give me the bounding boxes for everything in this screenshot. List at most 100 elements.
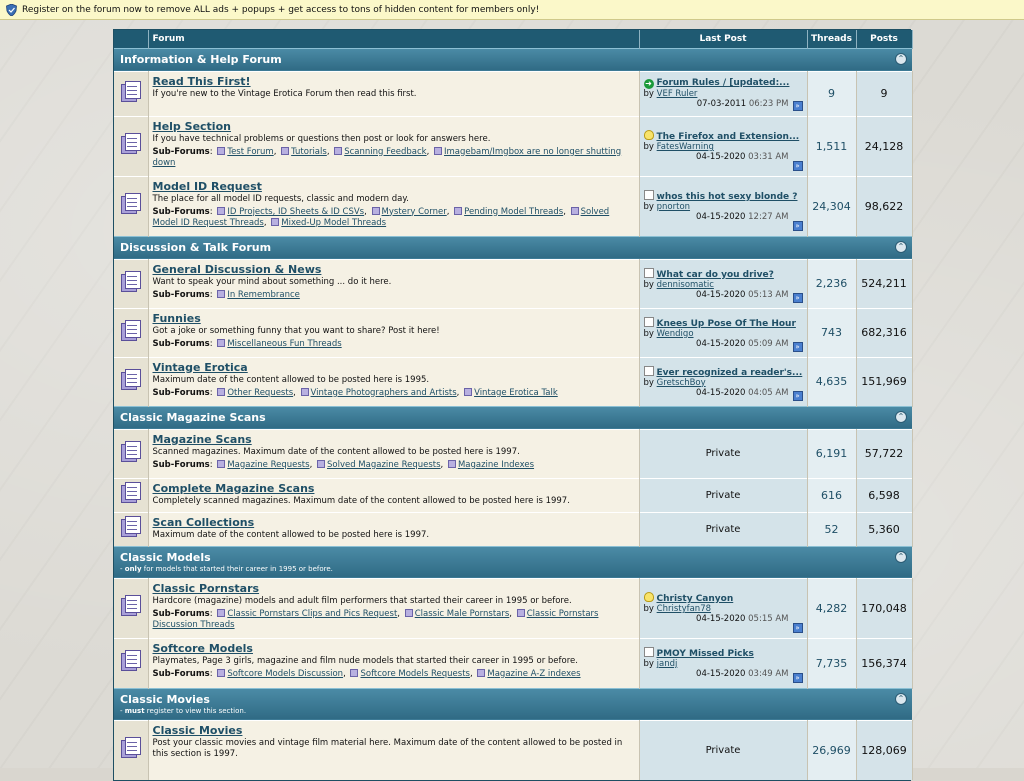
forum-title-link[interactable]: Read This First! xyxy=(153,75,635,88)
subforum-link[interactable]: ID Projects, ID Sheets & ID CSVs xyxy=(227,207,364,217)
subforum-link[interactable]: Softcore Models Requests xyxy=(360,669,470,679)
last-post-user-link[interactable]: Christyfan78 xyxy=(657,604,711,614)
go-to-last-post-icon[interactable]: » xyxy=(792,220,803,231)
subforum-link[interactable]: Vintage Erotica Talk xyxy=(474,388,558,398)
forum-row: Vintage Erotica Maximum date of the conte… xyxy=(114,356,913,406)
category-title[interactable]: Classic Movies xyxy=(120,693,906,706)
subforum-link[interactable]: Mystery Corner xyxy=(382,207,447,217)
post-count: 682,316 xyxy=(856,307,913,357)
forum-row: Classic Pornstars Hardcore (magazine) mod… xyxy=(114,577,913,638)
forum-title-link[interactable]: Vintage Erotica xyxy=(153,361,635,374)
thread-count: 26,969 xyxy=(807,719,857,780)
forum-table: Forum Last Post Threads Posts Informatio… xyxy=(113,29,913,781)
last-post-user-link[interactable]: dennisomatic xyxy=(657,280,714,290)
subforum-link[interactable]: Other Requests xyxy=(227,388,293,398)
by-label: by xyxy=(643,202,654,212)
register-notice-bar[interactable]: Register on the forum now to remove ALL … xyxy=(0,0,1024,20)
forum-title-link[interactable]: General Discussion & News xyxy=(153,263,635,276)
forum-description: Playmates, Page 3 girls, magazine and fi… xyxy=(152,655,578,666)
category-subtitle-rest: register to view this section. xyxy=(144,707,247,715)
go-to-last-post-icon[interactable]: » xyxy=(792,341,803,352)
go-to-last-post-icon[interactable]: » xyxy=(792,622,803,633)
last-post-title-link[interactable]: Ever recognized a reader's... xyxy=(657,368,803,378)
collapse-icon[interactable]: ⌃ xyxy=(895,240,907,253)
forum-status-cell xyxy=(114,356,149,406)
subforum-icon xyxy=(281,146,290,155)
forum-status-cell xyxy=(114,637,149,688)
subforum-link[interactable]: Miscellaneous Fun Threads xyxy=(227,339,341,349)
subforum-link[interactable]: Magazine Requests xyxy=(227,460,309,470)
last-post-user-link[interactable]: VEF Ruler xyxy=(657,89,698,99)
forum-title-link[interactable]: Model ID Request xyxy=(153,180,635,193)
collapse-icon[interactable]: ⌃ xyxy=(895,52,907,65)
forum-status-icon xyxy=(120,193,141,215)
forum-status-icon xyxy=(120,440,141,463)
go-to-last-post-icon[interactable]: » xyxy=(792,160,803,171)
forum-title-link[interactable]: Classic Pornstars xyxy=(153,582,635,595)
subforum-link[interactable]: Magazine Indexes xyxy=(458,460,534,470)
forum-status-cell xyxy=(114,175,149,236)
private-label: Private xyxy=(705,489,741,501)
go-to-last-post-icon[interactable]: » xyxy=(792,292,803,303)
by-label: by xyxy=(643,89,654,99)
forum-info-cell: Softcore Models Playmates, Page 3 girls, … xyxy=(148,637,640,688)
go-to-last-post-icon[interactable]: » xyxy=(792,100,803,111)
last-post-cell: The Firefox and Extension... by FatesWarn… xyxy=(639,115,808,176)
forum-status-cell xyxy=(114,307,149,357)
forum-info-cell: Complete Magazine Scans Completely scanne… xyxy=(148,477,640,512)
collapse-icon[interactable]: ⌃ xyxy=(895,692,907,705)
header-forum: Forum xyxy=(148,30,640,48)
last-post-title-link[interactable]: The Firefox and Extension... xyxy=(657,132,800,142)
subforum-link[interactable]: In Remembrance xyxy=(227,290,300,300)
register-notice-text[interactable]: Register on the forum now to remove ALL … xyxy=(22,5,539,15)
last-post-title-link[interactable]: Knees Up Pose Of The Hour xyxy=(657,319,796,329)
go-to-last-post-icon[interactable]: » xyxy=(792,390,803,401)
header-posts: Posts xyxy=(856,30,913,48)
subforum-link[interactable]: Tutorials xyxy=(291,147,327,157)
subforum-link[interactable]: Classic Male Pornstars xyxy=(415,609,510,619)
category-title[interactable]: Classic Models xyxy=(120,551,906,564)
last-post-title-link[interactable]: Christy Canyon xyxy=(657,594,734,604)
category-title[interactable]: Classic Magazine Scans xyxy=(120,411,906,424)
subforum-link[interactable]: Test Forum xyxy=(227,147,273,157)
forum-info-cell: Funnies Got a joke or something funny tha… xyxy=(148,307,640,357)
forum-info-cell: Classic Pornstars Hardcore (magazine) mod… xyxy=(148,577,640,638)
last-post-user-link[interactable]: Wendigo xyxy=(657,329,694,339)
subforums-list: Sub-Forums: Classic Pornstars Clips and … xyxy=(152,608,599,630)
subforum-link[interactable]: Vintage Photographers and Artists xyxy=(311,388,457,398)
category-title[interactable]: Information & Help Forum xyxy=(120,53,906,66)
forum-title-link[interactable]: Help Section xyxy=(153,120,635,133)
subforum-link[interactable]: Scanning Feedback xyxy=(344,147,426,157)
collapse-icon[interactable]: ⌃ xyxy=(895,550,907,563)
document-icon xyxy=(643,365,654,376)
category-title[interactable]: Discussion & Talk Forum xyxy=(120,241,906,254)
last-post-title-link[interactable]: PMOY Missed Picks xyxy=(657,649,754,659)
forum-status-cell xyxy=(114,115,149,176)
forum-row: Complete Magazine Scans Completely scanne… xyxy=(114,477,913,512)
subforums-list: Sub-Forums: ID Projects, ID Sheets & ID … xyxy=(152,206,610,228)
forum-title-link[interactable]: Complete Magazine Scans xyxy=(153,482,635,495)
subforum-link[interactable]: Mixed-Up Model Threads xyxy=(281,218,386,228)
last-post-user-link[interactable]: jandj xyxy=(657,659,678,669)
forum-title-link[interactable]: Scan Collections xyxy=(153,516,635,529)
go-to-last-post-icon[interactable]: » xyxy=(792,672,803,683)
subforum-icon xyxy=(217,608,226,617)
forum-title-link[interactable]: Funnies xyxy=(153,312,635,325)
last-post-title-link[interactable]: Forum Rules / [updated:... xyxy=(657,78,790,88)
last-post-user-link[interactable]: GretschBoy xyxy=(657,378,706,388)
forum-title-link[interactable]: Magazine Scans xyxy=(153,433,635,446)
subforum-link[interactable]: Solved Magazine Requests xyxy=(327,460,441,470)
last-post-user-link[interactable]: FatesWarning xyxy=(657,142,714,152)
forum-title-link[interactable]: Softcore Models xyxy=(153,642,635,655)
forum-title-link[interactable]: Classic Movies xyxy=(153,724,635,737)
last-post-title-link[interactable]: What car do you drive? xyxy=(657,270,774,280)
subforums-list: Sub-Forums: Test Forum, Tutorials, Scann… xyxy=(152,146,622,168)
subforum-link[interactable]: Magazine A-Z indexes xyxy=(487,669,580,679)
last-post-date: 04-15-2020 xyxy=(696,152,746,162)
subforum-link[interactable]: Pending Model Threads xyxy=(464,207,563,217)
subforum-link[interactable]: Softcore Models Discussion xyxy=(227,669,343,679)
last-post-title-link[interactable]: whos this hot sexy blonde ? xyxy=(657,192,798,202)
subforum-link[interactable]: Classic Pornstars Clips and Pics Request xyxy=(227,609,397,619)
last-post-user-link[interactable]: pnorton xyxy=(657,202,690,212)
collapse-icon[interactable]: ⌃ xyxy=(895,410,907,423)
